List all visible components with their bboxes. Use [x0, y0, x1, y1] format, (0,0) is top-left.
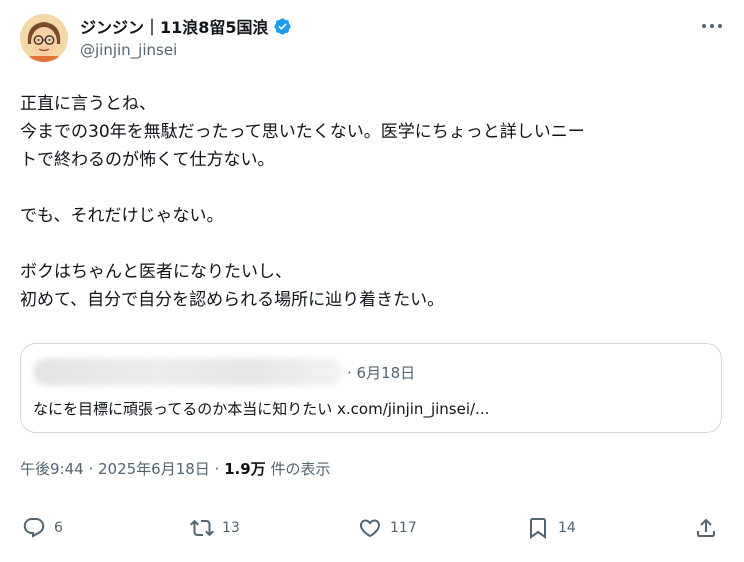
- like-button[interactable]: 117: [358, 516, 417, 540]
- quote-date: · 6月18日: [347, 364, 416, 382]
- retweet-button[interactable]: 13: [190, 516, 240, 540]
- action-bar: 6 13 117 14: [22, 516, 722, 546]
- more-options-icon[interactable]: [700, 18, 724, 34]
- view-label: 件の表示: [265, 460, 331, 478]
- display-name[interactable]: ジンジン｜11浪8留5国浪: [80, 14, 269, 38]
- name-row: ジンジン｜11浪8留5国浪: [80, 14, 292, 38]
- tweet-header: ジンジン｜11浪8留5国浪 @jinjin_jinsei: [80, 14, 292, 59]
- verified-badge-icon[interactable]: [273, 17, 292, 36]
- reply-icon: [23, 518, 45, 538]
- retweet-count: 13: [222, 520, 240, 536]
- tweet-meta: 午後9:44 · 2025年6月18日 · 1.9万 件の表示: [20, 458, 330, 479]
- handle[interactable]: @jinjin_jinsei: [80, 41, 292, 59]
- like-count: 117: [390, 520, 417, 536]
- cartoon-face-avatar-icon: [20, 14, 68, 62]
- reply-count: 6: [54, 520, 63, 536]
- quote-tweet[interactable]: · 6月18日 なにを目標に頑張ってるのか本当に知りたい x.com/jinji…: [20, 343, 722, 433]
- share-button[interactable]: [694, 516, 718, 540]
- heart-icon: [359, 519, 381, 538]
- timestamp[interactable]: 午後9:44 · 2025年6月18日 ·: [20, 460, 224, 478]
- blurred-quote-author: [33, 358, 343, 386]
- reply-button[interactable]: 6: [22, 516, 63, 540]
- tweet-text: 正直に言うとね、 今までの30年を無駄だったって思いたくない。医学にちょっと詳し…: [20, 94, 585, 310]
- bookmark-button[interactable]: 14: [526, 516, 576, 540]
- bookmark-count: 14: [558, 520, 576, 536]
- view-count: 1.9万: [224, 460, 266, 478]
- share-icon: [697, 518, 715, 537]
- retweet-icon: [190, 519, 214, 537]
- avatar[interactable]: [20, 14, 68, 62]
- quote-text: なにを目標に頑張ってるのか本当に知りたい x.com/jinjin_jinsei…: [33, 400, 490, 418]
- bookmark-icon: [530, 518, 546, 539]
